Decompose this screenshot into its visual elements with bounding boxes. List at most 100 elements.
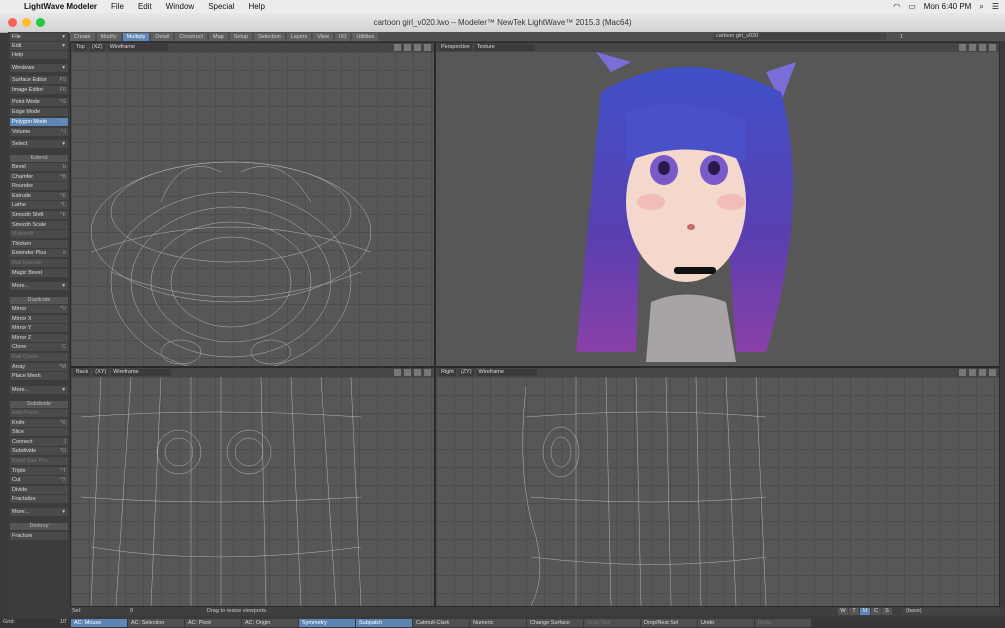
rotate-icon[interactable] <box>404 369 411 376</box>
battery-icon[interactable]: ▭ <box>908 2 916 11</box>
duplicate-mirror-z-button[interactable]: Mirror Z <box>10 333 68 342</box>
redo-button[interactable]: Redo <box>755 619 811 627</box>
extend-thicken-button[interactable]: Thicken <box>10 239 68 248</box>
subdivide-band-saw-pro-button[interactable]: Band Saw Pro <box>10 457 68 465</box>
zoom-icon[interactable] <box>979 369 986 376</box>
windows-menu-button[interactable]: Windows <box>10 64 68 72</box>
view-selector[interactable]: Right <box>439 369 456 376</box>
tab-setup[interactable]: Setup <box>229 32 253 41</box>
maximize-icon[interactable] <box>424 44 431 51</box>
extend-smooth-shift-button[interactable]: Smooth Shift ^F <box>10 211 68 219</box>
extend-lathe-button[interactable]: Lathe ^L <box>10 201 68 210</box>
subpatch-button[interactable]: Subpatch <box>356 619 412 627</box>
shading-selector[interactable]: Wireframe <box>111 369 172 376</box>
subdivide-knife-button[interactable]: Knife ^K <box>10 418 68 427</box>
extend-rounder-button[interactable]: Rounder <box>10 182 68 191</box>
surface-editor-button[interactable]: Surface Editor F5 <box>10 76 68 84</box>
tab-multiply[interactable]: Multiply <box>122 32 150 41</box>
menu-help[interactable]: Help <box>248 2 264 11</box>
menu-special[interactable]: Special <box>208 2 234 11</box>
shading-selector[interactable]: Wireframe <box>107 44 168 51</box>
tab-utilities[interactable]: Utilities <box>352 32 379 41</box>
menu-window[interactable]: Window <box>166 2 194 11</box>
tab-create[interactable]: Create <box>70 32 95 41</box>
subdivide-cut-button[interactable]: Cut ^X <box>10 476 68 485</box>
subdivide-add-points-button[interactable]: Add Points <box>10 409 68 417</box>
tab-modify[interactable]: Modify <box>96 32 121 41</box>
layout-m[interactable]: M <box>860 608 870 615</box>
subdivide-connect-button[interactable]: Connect J <box>10 437 68 446</box>
more-button-2[interactable]: More... <box>10 386 68 394</box>
tab-detail[interactable]: Detail <box>151 32 174 41</box>
help-menu-button[interactable]: Help <box>10 51 68 59</box>
subdivide-slice-button[interactable]: Slice <box>10 428 68 437</box>
list-icon[interactable]: ☰ <box>992 2 999 11</box>
extend-smooth-scale-button[interactable]: Smooth Scale <box>10 220 68 229</box>
view-selector[interactable]: Perspective <box>439 44 472 51</box>
move-icon[interactable] <box>394 369 401 376</box>
tab-map[interactable]: Map <box>208 32 228 41</box>
more-button-3[interactable]: More... <box>10 508 68 516</box>
file-menu-button[interactable]: File <box>10 33 68 41</box>
tab-layers[interactable]: Layers <box>286 32 312 41</box>
duplicate-place-mesh-button[interactable]: Place Mesh <box>10 372 68 381</box>
drop-tool-button[interactable]: Drop Tool <box>584 619 640 627</box>
symmetry-button[interactable]: Symmetry <box>299 619 355 627</box>
duplicate-clone-button[interactable]: Clone C <box>10 343 68 352</box>
polygon-mode-button[interactable]: Polygon Mode ^H <box>10 118 68 126</box>
viewport-back[interactable]: Back (XY) Wireframe <box>70 367 435 607</box>
menu-file[interactable]: File <box>111 2 124 11</box>
viewport-right[interactable]: Right (ZY) Wireframe <box>435 367 1000 607</box>
search-icon[interactable]: ⌕ <box>979 2 983 12</box>
duplicate-rail-clone-button[interactable]: Rail Clone <box>10 353 68 361</box>
extend-extender-plus-button[interactable]: Extender Plus e <box>10 249 68 258</box>
extend-extrude-button[interactable]: Extrude ^E <box>10 191 68 200</box>
object-selector[interactable]: cartoon girl_v020 <box>713 33 886 40</box>
subdivide-subdivide-button[interactable]: Subdivide ^D <box>10 447 68 456</box>
layout-t[interactable]: T <box>849 608 859 615</box>
rotate-icon[interactable] <box>969 44 976 51</box>
change-surface-button[interactable]: Change Surface <box>527 619 583 627</box>
layout-w[interactable]: W <box>838 608 848 615</box>
maximize-icon[interactable] <box>989 44 996 51</box>
subdivide-fractalize-button[interactable]: Fractalize <box>10 495 68 504</box>
zoom-icon[interactable] <box>414 369 421 376</box>
minimize-button[interactable] <box>22 18 31 27</box>
zoom-icon[interactable] <box>414 44 421 51</box>
viewport-perspective[interactable]: Perspective Texture <box>435 42 1000 367</box>
tab-io[interactable]: I/O <box>335 32 351 41</box>
tab-construct[interactable]: Construct <box>175 32 207 41</box>
view-selector[interactable]: Top <box>74 44 87 51</box>
ac-mouse-button[interactable]: AC: Mouse <box>71 619 127 627</box>
extend-multishift-button[interactable]: Multishift <box>10 230 68 239</box>
layer-selector[interactable]: (base) <box>903 608 1000 615</box>
undo-button[interactable]: Undo <box>698 619 754 627</box>
wifi-icon[interactable]: ◠ <box>893 2 900 11</box>
rotate-icon[interactable] <box>404 44 411 51</box>
clock[interactable]: Mon 6:40 PM <box>924 2 972 11</box>
extend-rail-extrude-button[interactable]: Rail Extrude <box>10 259 68 267</box>
point-mode-button[interactable]: Point Mode ^G <box>10 98 68 106</box>
shading-selector[interactable]: Wireframe <box>476 369 537 376</box>
numeric-button[interactable]: Numeric <box>470 619 526 627</box>
extend-chamfer-button[interactable]: Chamfer ^B <box>10 172 68 181</box>
tab-selection[interactable]: Selection <box>254 32 285 41</box>
move-icon[interactable] <box>959 369 966 376</box>
shading-selector[interactable]: Texture <box>474 44 535 51</box>
move-icon[interactable] <box>959 44 966 51</box>
volume-button[interactable]: Volume ^J <box>10 128 68 136</box>
maximize-icon[interactable] <box>989 369 996 376</box>
duplicate-mirror-y-button[interactable]: Mirror Y <box>10 324 68 333</box>
select-menu-button[interactable]: Select <box>10 140 68 148</box>
ac-pivot-button[interactable]: AC: Pivot <box>185 619 241 627</box>
layer-number[interactable]: 1 <box>900 34 903 40</box>
duplicate-array-button[interactable]: Array ^M <box>10 362 68 371</box>
catmull-clark-button[interactable]: Catmull-Clark <box>413 619 469 627</box>
maximize-icon[interactable] <box>424 369 431 376</box>
app-menu[interactable]: LightWave Modeler <box>24 2 97 11</box>
fracture-button[interactable]: Fracture <box>10 532 68 540</box>
layout-c[interactable]: C <box>871 608 881 615</box>
tab-view[interactable]: View <box>313 32 334 41</box>
image-editor-button[interactable]: Image Editor F6 <box>10 86 68 94</box>
duplicate-mirror-x-button[interactable]: Mirror X <box>10 314 68 323</box>
